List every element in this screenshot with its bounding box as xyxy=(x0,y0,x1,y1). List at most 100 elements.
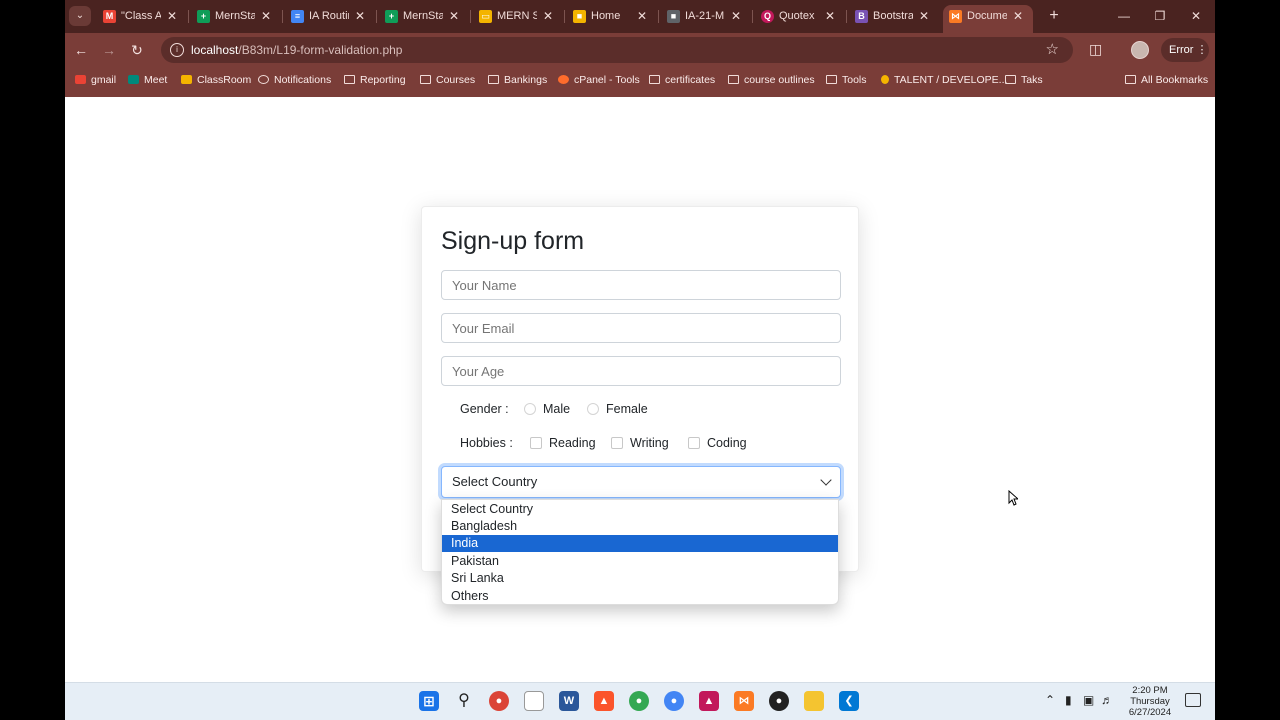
close-icon[interactable]: ✕ xyxy=(167,5,177,28)
bookmark-bankings[interactable]: Bankings xyxy=(488,67,547,93)
close-icon[interactable]: ✕ xyxy=(449,5,459,28)
classroom-icon xyxy=(181,75,192,84)
bookmark-star-icon[interactable]: ☆ xyxy=(1046,40,1059,58)
search-icon[interactable]: ⚲ xyxy=(454,691,474,711)
close-icon[interactable]: ✕ xyxy=(355,5,365,28)
volume-icon[interactable]: ♬ xyxy=(1101,693,1113,707)
folder-icon xyxy=(1125,75,1136,84)
hobby-coding-checkbox[interactable] xyxy=(688,437,700,449)
hobby-writing-checkbox[interactable] xyxy=(611,437,623,449)
reload-icon[interactable]: ↻ xyxy=(127,40,147,60)
error-button[interactable]: Error ⋮ xyxy=(1161,38,1209,62)
close-icon[interactable]: ✕ xyxy=(825,5,835,28)
brave-icon[interactable]: ▲ xyxy=(594,691,614,711)
vscode-icon[interactable]: ❮ xyxy=(839,691,859,711)
restore-icon[interactable]: ❐ xyxy=(1145,6,1175,26)
tab-7[interactable]: Q Quotex ✕ xyxy=(755,5,845,28)
close-icon[interactable]: ✕ xyxy=(261,5,271,28)
notification-icon[interactable] xyxy=(1185,693,1201,707)
age-input[interactable] xyxy=(441,356,841,386)
close-icon[interactable]: ✕ xyxy=(1013,5,1023,28)
globe-icon xyxy=(258,75,269,84)
chrome-icon[interactable]: ● xyxy=(489,691,509,711)
bookmark-reporting[interactable]: Reporting xyxy=(344,67,406,93)
country-option[interactable]: Others xyxy=(442,588,838,605)
bookmark-cpanel[interactable]: cPanel - Tools xyxy=(558,67,640,93)
bookmark-label: gmail xyxy=(91,74,117,86)
bookmark-certificates[interactable]: certificates xyxy=(649,67,715,93)
tab-label: "Class At xyxy=(121,10,161,22)
close-icon[interactable]: ✕ xyxy=(637,5,647,28)
gmail-icon xyxy=(75,75,86,84)
bookmark-classroom[interactable]: ClassRoom xyxy=(181,67,251,93)
forward-icon[interactable]: → xyxy=(99,40,119,60)
tab-3[interactable]: + MernSta ✕ xyxy=(379,5,469,28)
extensions-icon[interactable]: ◫ xyxy=(1089,41,1102,58)
close-icon[interactable]: ✕ xyxy=(919,5,929,28)
tab-1[interactable]: + MernSta ✕ xyxy=(191,5,281,28)
all-bookmarks[interactable]: All Bookmarks xyxy=(1125,67,1208,93)
folder-icon xyxy=(826,75,837,84)
bookmark-label: cPanel - Tools xyxy=(574,74,640,86)
country-option[interactable]: Bangladesh xyxy=(442,518,838,535)
tab-4[interactable]: ▭ MERN St ✕ xyxy=(473,5,563,28)
windows-start-icon[interactable]: ⊞ xyxy=(419,691,439,711)
minimize-icon[interactable]: — xyxy=(1109,6,1139,26)
tray-chevron-up-icon[interactable]: ⌃ xyxy=(1045,693,1055,707)
tab-8[interactable]: B Bootstra ✕ xyxy=(849,5,939,28)
country-option[interactable]: Sri Lanka xyxy=(442,570,838,587)
tab-6[interactable]: ■ IA-21-M ✕ xyxy=(661,5,751,28)
tab-search-icon[interactable]: ⌄ xyxy=(69,6,91,26)
hobby-reading-checkbox[interactable] xyxy=(530,437,542,449)
country-option-highlighted[interactable]: India xyxy=(442,535,838,552)
back-icon[interactable]: ← xyxy=(71,40,91,60)
name-input[interactable] xyxy=(441,270,841,300)
network-icon[interactable]: ▣ xyxy=(1083,693,1094,707)
microphone-icon[interactable]: ▮ xyxy=(1065,693,1072,707)
gender-female-radio[interactable] xyxy=(587,403,599,415)
chrome-profile-icon[interactable]: ● xyxy=(629,691,649,711)
tab-5[interactable]: ■ Home ✕ xyxy=(567,5,657,28)
bookmark-course-outlines[interactable]: course outlines xyxy=(728,67,815,93)
file-explorer-icon[interactable] xyxy=(804,691,824,711)
country-option[interactable]: Pakistan xyxy=(442,553,838,570)
bookmark-notifications[interactable]: Notifications xyxy=(258,67,331,93)
bookmark-tools[interactable]: Tools xyxy=(826,67,867,93)
xampp-icon[interactable]: ⋈ xyxy=(734,691,754,711)
bookmark-label: certificates xyxy=(665,74,716,86)
tab-0[interactable]: M "Class At ✕ xyxy=(97,5,187,28)
form-title: Sign-up form xyxy=(441,227,585,255)
bookmark-meet[interactable]: Meet xyxy=(128,67,167,93)
file-icon[interactable] xyxy=(524,691,544,711)
new-tab-button[interactable]: + xyxy=(1043,5,1065,27)
all-bookmarks-label: All Bookmarks xyxy=(1141,74,1209,86)
country-select[interactable]: Select Country xyxy=(441,466,841,498)
close-icon[interactable]: ✕ xyxy=(731,5,741,28)
tab-9-active[interactable]: ⋈ Docume ✕ xyxy=(943,5,1033,33)
profile-avatar[interactable] xyxy=(1131,41,1149,59)
obs-icon[interactable]: ● xyxy=(769,691,789,711)
bookmark-talent[interactable]: TALENT / DEVELOPE... xyxy=(881,67,1007,93)
bookmark-courses[interactable]: Courses xyxy=(420,67,475,93)
address-bar[interactable]: i localhost/B83m/L19-form-validation.php… xyxy=(161,37,1073,63)
email-input[interactable] xyxy=(441,313,841,343)
bookmark-taks[interactable]: Taks xyxy=(1005,67,1043,93)
word-icon[interactable]: W xyxy=(559,691,579,711)
site-info-icon[interactable]: i xyxy=(170,43,184,57)
meet-icon xyxy=(128,75,139,84)
bookmark-gmail[interactable]: gmail xyxy=(75,67,116,93)
bookmark-label: ClassRoom xyxy=(197,74,252,86)
chrome-active-icon[interactable]: ● xyxy=(664,691,684,711)
brave-beta-icon[interactable]: ▲ xyxy=(699,691,719,711)
country-option[interactable]: Select Country xyxy=(442,501,838,518)
clock[interactable]: 2:20 PM Thursday 6/27/2024 xyxy=(1125,685,1175,718)
close-icon[interactable]: ✕ xyxy=(543,5,553,28)
folder-icon xyxy=(649,75,660,84)
hobby-writing-label: Writing xyxy=(630,436,669,450)
tab-2[interactable]: ≡ IA Routir ✕ xyxy=(285,5,375,28)
url-text[interactable]: localhost/B83m/L19-form-validation.php xyxy=(191,37,402,63)
tab-separator xyxy=(564,10,565,23)
browser-toolbar: ← → ↻ i localhost/B83m/L19-form-validati… xyxy=(65,33,1215,67)
gender-male-radio[interactable] xyxy=(524,403,536,415)
window-close-icon[interactable]: ✕ xyxy=(1181,6,1211,26)
